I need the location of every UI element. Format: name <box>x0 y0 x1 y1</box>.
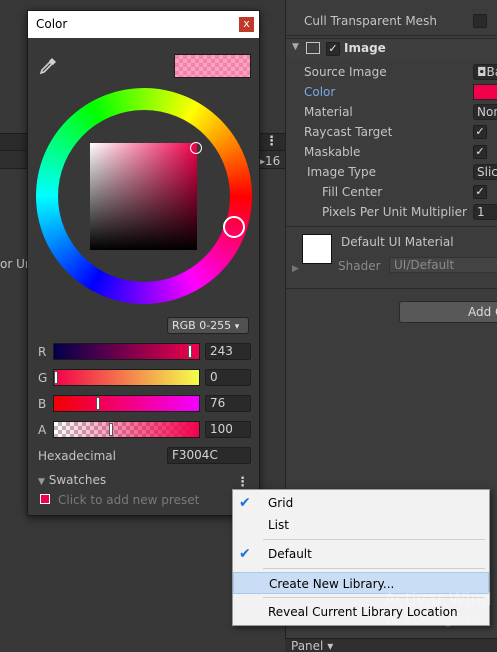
menu-item-default[interactable]: ✔ Default <box>233 543 489 565</box>
cull-transparent-mesh-toggle[interactable] <box>473 14 487 28</box>
channel-b-field[interactable]: 76 <box>205 395 251 412</box>
collapse-arrow-icon[interactable]: ▼ <box>292 42 299 52</box>
fill-center-row: Fill Center ✓ <box>286 182 497 202</box>
image-enabled-toggle[interactable]: ✓ <box>326 42 340 56</box>
swatches-menu-kebab-icon[interactable]: ⋮ <box>236 475 249 490</box>
activation-watermark: Activar Wind <box>384 590 492 610</box>
panel-tab[interactable]: Panel ▾ <box>291 639 333 652</box>
channel-b-slider[interactable] <box>53 395 200 412</box>
cull-transparent-mesh-row: Cull Transparent Mesh <box>286 11 497 31</box>
hexadecimal-label: Hexadecimal <box>38 449 116 463</box>
source-image-label: Source Image <box>304 65 387 79</box>
image-type-dropdown[interactable]: Slic <box>473 164 497 180</box>
image-component-icon <box>306 42 320 54</box>
channel-a-handle[interactable] <box>109 423 114 436</box>
color-row: Color <box>286 82 497 102</box>
activation-watermark-sub: Ve a Configurac <box>384 613 479 627</box>
channel-g-handle[interactable] <box>54 371 58 384</box>
kebab-menu-icon[interactable]: ⋮ <box>265 134 278 149</box>
checkmark-icon: ✔ <box>239 546 251 562</box>
channel-a-field[interactable]: 100 <box>205 421 251 438</box>
material-name: Default UI Material <box>341 235 454 249</box>
channel-r-label: R <box>38 345 47 359</box>
saturation-value-handle[interactable] <box>190 142 202 154</box>
divider <box>286 35 497 36</box>
image-type-label: Image Type <box>307 165 376 179</box>
fill-center-label: Fill Center <box>322 185 383 199</box>
swatches-hint[interactable]: Click to add new preset <box>58 493 199 507</box>
raycast-target-label: Raycast Target <box>304 125 393 139</box>
source-image-field[interactable]: ◘Ba <box>473 64 497 80</box>
close-icon[interactable]: x <box>239 17 254 32</box>
divider <box>286 288 497 289</box>
pixels-per-unit-row: Pixels Per Unit Multiplier 1 <box>286 202 497 222</box>
shader-label: Shader <box>338 259 381 273</box>
channel-r-slider[interactable] <box>53 343 200 360</box>
add-component-button[interactable]: Add C <box>399 301 497 323</box>
maskable-row: Maskable ✓ <box>286 142 497 162</box>
material-field[interactable]: Non <box>473 104 497 120</box>
swatch-preset-chip[interactable] <box>40 494 50 504</box>
color-label: Color <box>304 85 336 99</box>
material-label: Material <box>304 105 353 119</box>
expand-arrow-icon[interactable]: ▶ <box>292 264 299 274</box>
maskable-toggle[interactable]: ✓ <box>473 145 487 159</box>
channel-g-slider[interactable] <box>53 369 200 386</box>
color-window-title-text: Color <box>36 17 68 31</box>
channel-g-field[interactable]: 0 <box>205 369 251 386</box>
menu-separator <box>263 568 485 569</box>
pixels-per-unit-field[interactable]: 1 <box>473 204 497 220</box>
channel-r-handle[interactable] <box>188 345 193 358</box>
pixels-per-unit-label: Pixels Per Unit Multiplier <box>322 205 467 219</box>
channel-b-handle[interactable] <box>96 397 101 410</box>
saturation-value-square[interactable] <box>90 143 197 250</box>
color-swatch-field[interactable] <box>473 84 497 100</box>
raycast-target-row: Raycast Target ✓ <box>286 122 497 142</box>
maskable-label: Maskable <box>304 145 361 159</box>
shader-dropdown[interactable]: UI/Default <box>389 257 497 273</box>
divider <box>286 226 497 227</box>
swatches-foldout[interactable]: ▼ Swatches <box>38 473 106 487</box>
cull-transparent-mesh-label: Cull Transparent Mesh <box>304 14 437 28</box>
hexadecimal-field[interactable]: F3004C <box>167 447 251 464</box>
channel-g-label: G <box>38 371 48 385</box>
checkmark-icon: ✔ <box>239 495 251 511</box>
panel-tab-bar: Panel ▾ <box>285 638 497 652</box>
color-mode-dropdown[interactable]: RGB 0-255 ▾ <box>167 317 249 334</box>
color-window-title[interactable]: Color x <box>28 11 259 38</box>
fill-center-toggle[interactable]: ✓ <box>473 185 487 199</box>
channel-a-slider[interactable] <box>53 421 200 438</box>
left-number-label: ▸16 <box>259 154 281 168</box>
foldout-arrow-icon: ▼ <box>38 477 45 487</box>
hue-wheel-handle[interactable] <box>223 216 245 238</box>
raycast-target-toggle[interactable]: ✓ <box>473 125 487 139</box>
color-picker-window: Color x RGB 0-255 ▾ R 243 G 0 B 76 A 100… <box>27 10 260 516</box>
image-type-row: Image Type Slic <box>286 162 497 182</box>
channel-a-label: A <box>38 423 47 437</box>
color-preview-swatch <box>174 54 251 78</box>
menu-item-list[interactable]: List <box>233 514 489 536</box>
image-component-header[interactable]: ▼ ✓ Image <box>286 38 497 60</box>
menu-item-grid[interactable]: ✔ Grid <box>233 492 489 514</box>
channel-r-field[interactable]: 243 <box>205 343 251 360</box>
source-image-row: Source Image ◘Ba <box>286 62 497 82</box>
image-component-title: Image <box>344 41 386 55</box>
channel-b-label: B <box>38 397 47 411</box>
material-preview-thumbnail[interactable] <box>302 234 332 264</box>
material-row: Material Non <box>286 102 497 122</box>
eyedropper-icon[interactable] <box>38 56 58 76</box>
menu-separator <box>263 539 485 540</box>
